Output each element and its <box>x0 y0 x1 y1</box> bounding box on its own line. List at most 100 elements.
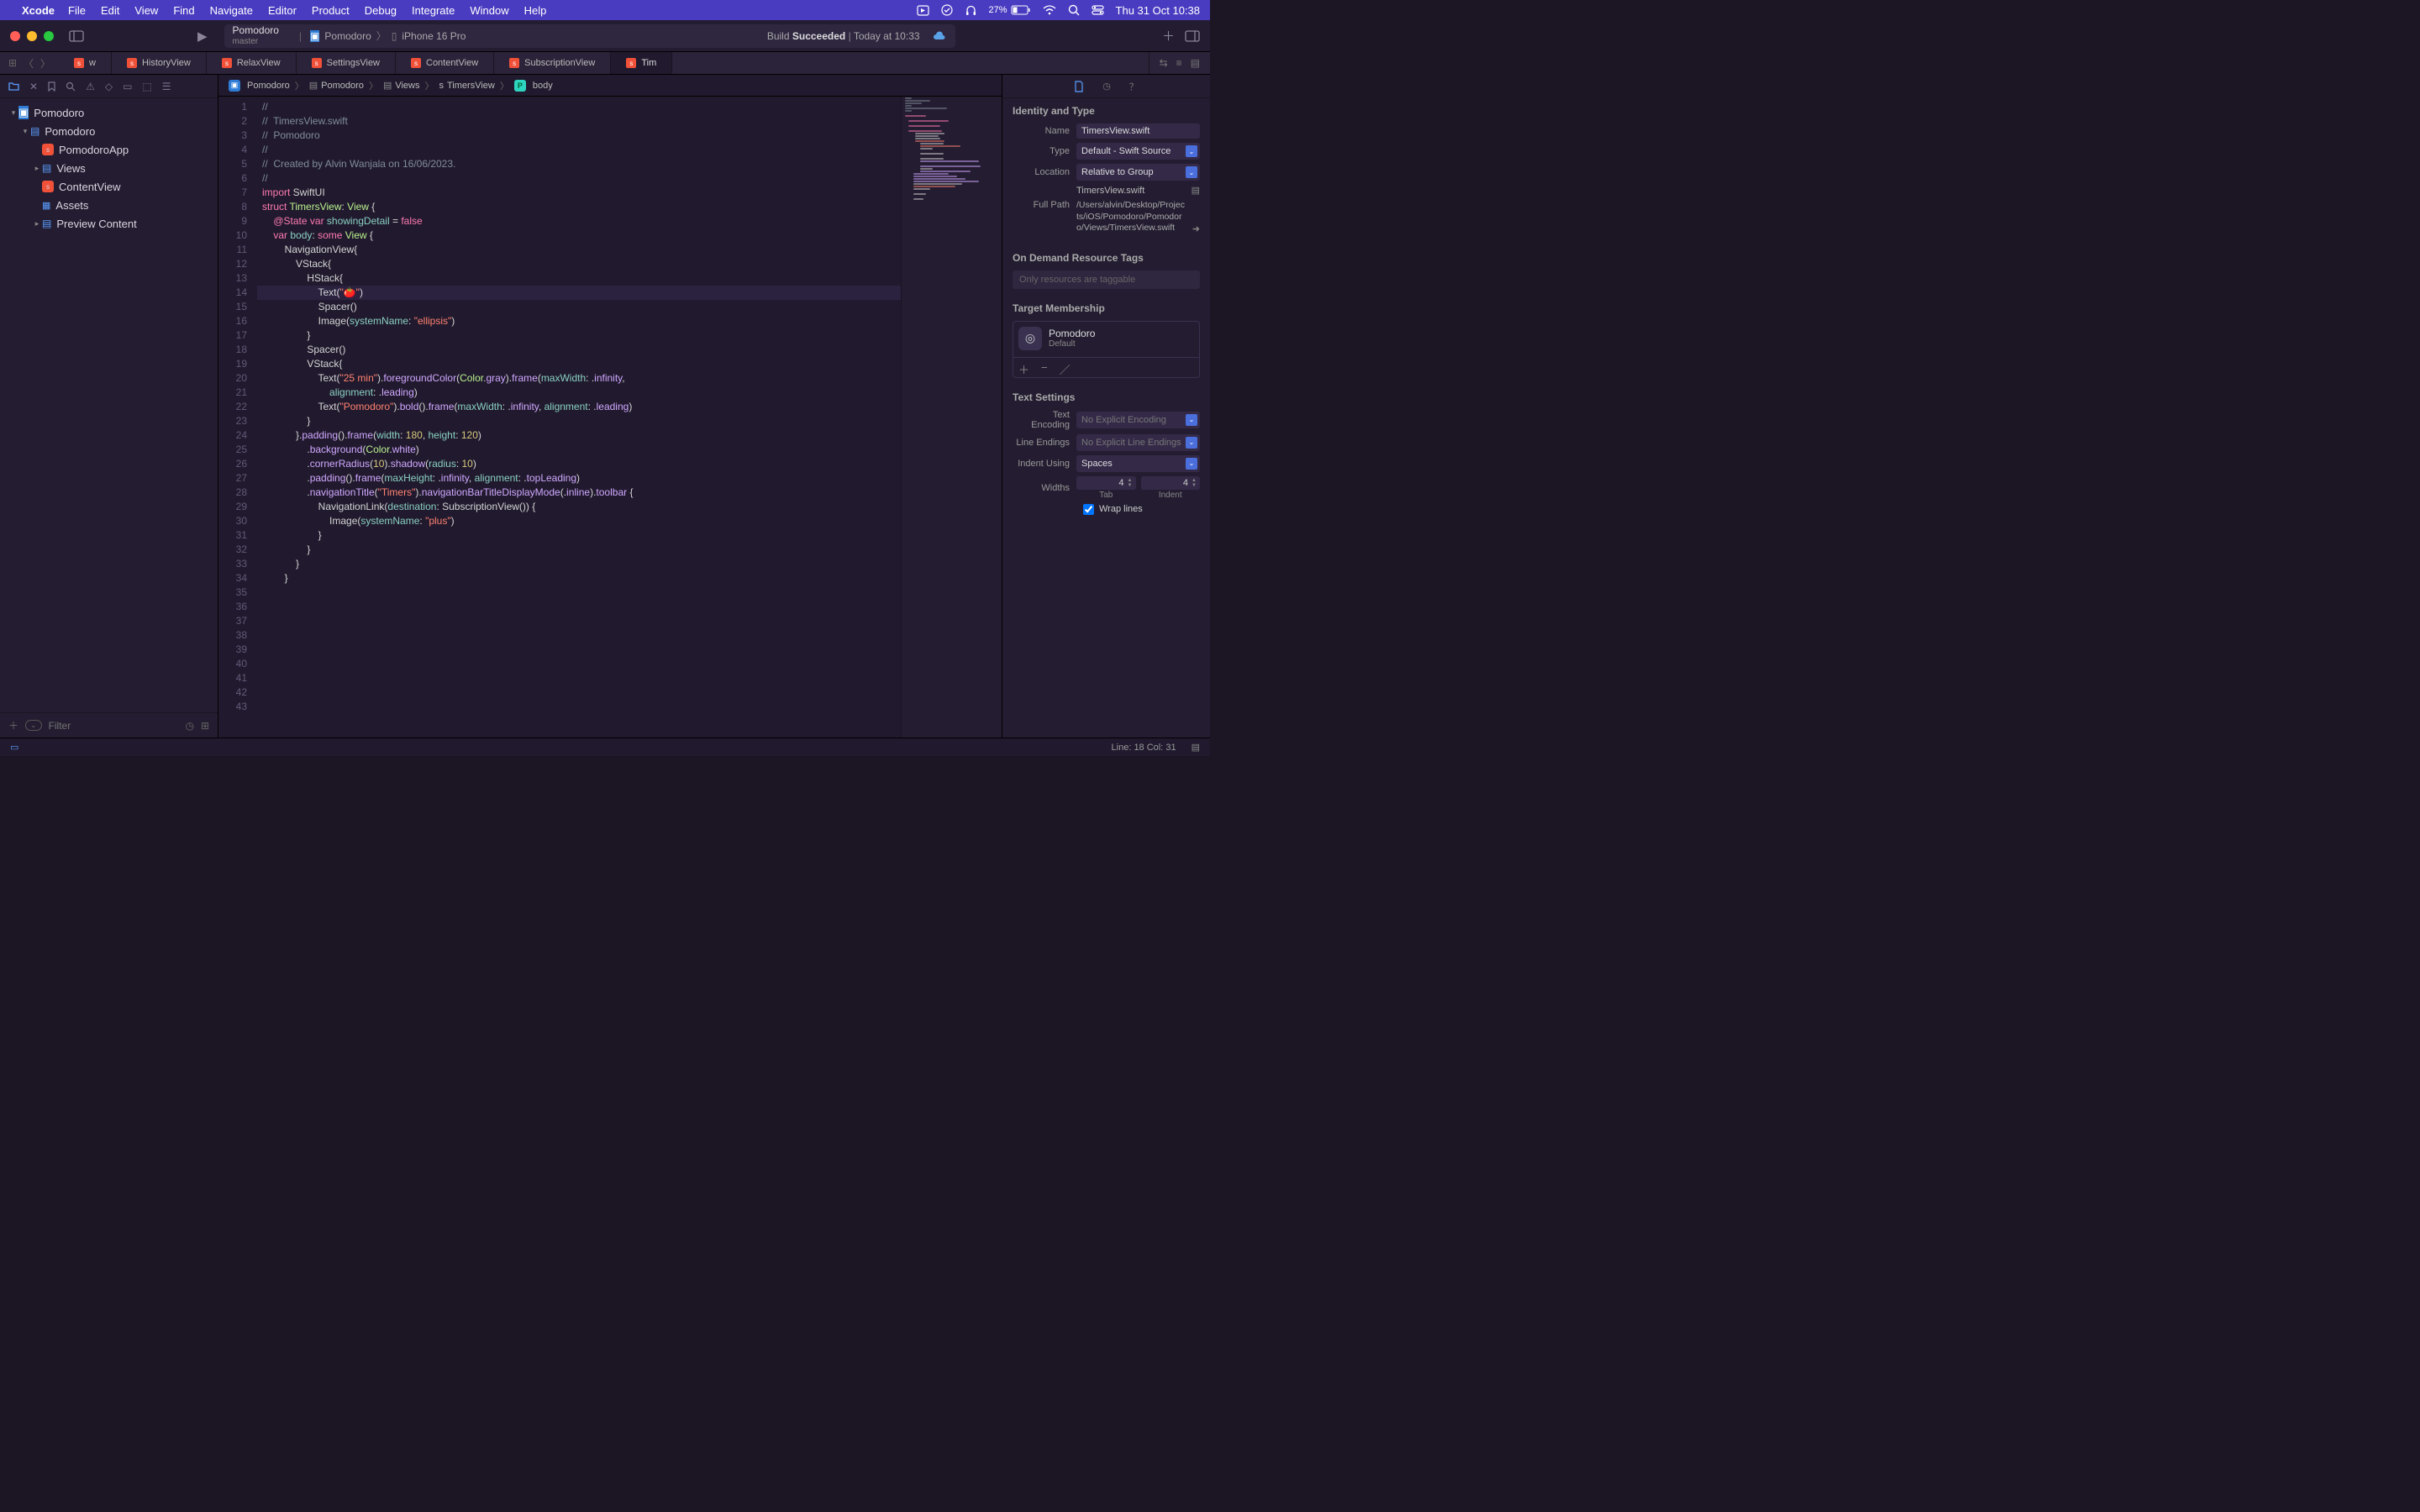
menu-file[interactable]: File <box>68 4 86 17</box>
code-line[interactable]: } <box>257 414 901 428</box>
code-line[interactable]: Image(systemName: "ellipsis") <box>257 314 901 328</box>
code-line[interactable]: // Pomodoro <box>257 129 901 143</box>
code-line[interactable]: Image(systemName: "plus") <box>257 514 901 528</box>
code-line[interactable]: .background(Color.white) <box>257 443 901 457</box>
navigator-row[interactable]: ▾▤Pomodoro <box>0 122 218 140</box>
menu-navigate[interactable]: Navigate <box>210 4 253 17</box>
editor-tab[interactable]: sw <box>59 52 112 74</box>
disclosure-triangle-icon[interactable]: ▸ <box>32 164 42 173</box>
scm-status-filter-icon[interactable]: ⊞ <box>201 720 209 732</box>
code-line[interactable]: alignment: .leading) <box>257 386 901 400</box>
editor-tab[interactable]: sHistoryView <box>112 52 207 74</box>
issues-navigator-icon[interactable]: ⚠ <box>86 81 95 92</box>
menu-view[interactable]: View <box>134 4 158 17</box>
code-line[interactable]: } <box>257 571 901 585</box>
menu-edit[interactable]: Edit <box>101 4 119 17</box>
toggle-right-sidebar-button[interactable] <box>1185 30 1200 42</box>
code-line[interactable]: .navigationTitle("Timers").navigationBar… <box>257 486 901 500</box>
reveal-in-finder-icon[interactable]: ➜ <box>1192 223 1200 234</box>
source-control-navigator-icon[interactable]: ✕ <box>29 81 38 92</box>
code-line[interactable]: .cornerRadius(10).shadow(radius: 10) <box>257 457 901 471</box>
help-inspector-tab-icon[interactable]: ？ <box>1129 80 1139 93</box>
endings-select[interactable]: No Explicit Line Endings⌄ <box>1076 434 1200 451</box>
editor-tab[interactable]: sContentView <box>396 52 494 74</box>
code-line[interactable]: @State var showingDetail = false <box>257 214 901 228</box>
back-button[interactable]: 〈 <box>24 56 34 71</box>
menu-editor[interactable]: Editor <box>268 4 297 17</box>
file-inspector-tab-icon[interactable] <box>1074 81 1084 92</box>
tab-width-stepper[interactable]: 4▲▼ <box>1076 476 1136 490</box>
related-items-icon[interactable]: ⊞ <box>8 57 17 69</box>
indent-width-stepper[interactable]: 4▲▼ <box>1141 476 1201 490</box>
navigator-row[interactable]: ▸▤Preview Content <box>0 214 218 233</box>
menubar-check-icon[interactable] <box>941 4 953 16</box>
canvas-toggle-bottom-icon[interactable]: ▤ <box>1192 742 1200 753</box>
code-line[interactable]: }.padding().frame(width: 180, height: 12… <box>257 428 901 443</box>
menu-window[interactable]: Window <box>470 4 508 17</box>
code-line[interactable]: } <box>257 328 901 343</box>
disclosure-triangle-icon[interactable]: ▾ <box>8 108 18 118</box>
navigator-row[interactable]: sPomodoroApp <box>0 140 218 159</box>
close-window-button[interactable] <box>10 31 20 41</box>
code-line[interactable]: struct TimersView: View { <box>257 200 901 214</box>
history-inspector-tab-icon[interactable]: ◷ <box>1102 81 1111 92</box>
crumb-3[interactable]: TimersView <box>447 81 495 91</box>
menubar-spotlight-icon[interactable] <box>1068 4 1080 16</box>
code-line[interactable]: // <box>257 171 901 186</box>
editor-tab[interactable]: sSubscriptionView <box>494 52 611 74</box>
menubar-control-center-icon[interactable] <box>1092 5 1104 15</box>
code-line[interactable]: Text("Pomodoro").bold().frame(maxWidth: … <box>257 400 901 414</box>
zoom-window-button[interactable] <box>44 31 54 41</box>
minimap-toggle-icon[interactable]: ≡ <box>1176 57 1182 69</box>
navigator-row[interactable]: ▦Assets <box>0 196 218 214</box>
file-name-input[interactable] <box>1076 123 1200 139</box>
crumb-2[interactable]: Views <box>395 81 419 91</box>
run-button[interactable]: ▶ <box>197 29 208 44</box>
code-line[interactable]: NavigationView{ <box>257 243 901 257</box>
filter-input[interactable] <box>49 720 179 732</box>
code-line[interactable]: } <box>257 528 901 543</box>
app-menu[interactable]: Xcode <box>22 4 55 17</box>
menubar-datetime[interactable]: Thu 31 Oct 10:38 <box>1116 4 1200 17</box>
activity-view[interactable]: Pomodoro master | ▣ Pomodoro 〉 ▯ iPhone … <box>224 24 955 48</box>
disclosure-triangle-icon[interactable]: ▸ <box>32 219 42 228</box>
navigator-row[interactable]: ▾▣Pomodoro <box>0 103 218 122</box>
crumb-0[interactable]: Pomodoro <box>247 81 290 91</box>
code-line[interactable]: // TimersView.swift <box>257 114 901 129</box>
editor-tab[interactable]: sTim <box>611 52 672 74</box>
menubar-headphones-icon[interactable] <box>965 4 977 16</box>
minimap[interactable] <box>901 97 1002 738</box>
menubar-battery[interactable]: 27% <box>989 5 1031 15</box>
menu-debug[interactable]: Debug <box>365 4 397 17</box>
forward-button[interactable]: 〉 <box>40 56 50 71</box>
code-line[interactable]: HStack{ <box>257 271 901 286</box>
add-target-button[interactable]: ＋ <box>1018 361 1029 377</box>
code-line[interactable]: // Created by Alvin Wanjala on 16/06/202… <box>257 157 901 171</box>
recent-files-icon[interactable]: ◷ <box>186 720 194 732</box>
code-line[interactable]: // <box>257 143 901 157</box>
tests-navigator-icon[interactable]: ◇ <box>105 81 113 92</box>
editor-tab[interactable]: sSettingsView <box>297 52 396 74</box>
code-line[interactable]: var body: some View { <box>257 228 901 243</box>
reports-navigator-icon[interactable]: ☰ <box>162 81 171 92</box>
code-line[interactable]: Spacer() <box>257 343 901 357</box>
code-line[interactable]: VStack{ <box>257 257 901 271</box>
location-select[interactable]: Relative to Group⌄ <box>1076 164 1200 181</box>
toggle-left-sidebar-button[interactable] <box>69 30 84 42</box>
navigator-row[interactable]: sContentView <box>0 177 218 196</box>
code-line[interactable]: } <box>257 543 901 557</box>
navigator-row[interactable]: ▸▤Views <box>0 159 218 177</box>
code-line[interactable]: NavigationLink(destination: Subscription… <box>257 500 901 514</box>
code-line[interactable]: .padding().frame(maxHeight: .infinity, a… <box>257 471 901 486</box>
menu-find[interactable]: Find <box>173 4 194 17</box>
code-area[interactable]: //// TimersView.swift// Pomodoro//// Cre… <box>254 97 901 738</box>
file-type-select[interactable]: Default - Swift Source⌄ <box>1076 143 1200 160</box>
menubar-screen-icon[interactable] <box>917 5 929 16</box>
library-button[interactable]: ＋ <box>1162 27 1175 45</box>
wrap-lines-checkbox[interactable] <box>1083 504 1094 515</box>
breakpoints-navigator-icon[interactable]: ⬚ <box>142 81 151 92</box>
bookmarks-navigator-icon[interactable] <box>48 81 55 92</box>
disclosure-triangle-icon[interactable]: ▾ <box>20 127 30 136</box>
menu-product[interactable]: Product <box>312 4 350 17</box>
indent-using-select[interactable]: Spaces⌄ <box>1076 455 1200 472</box>
